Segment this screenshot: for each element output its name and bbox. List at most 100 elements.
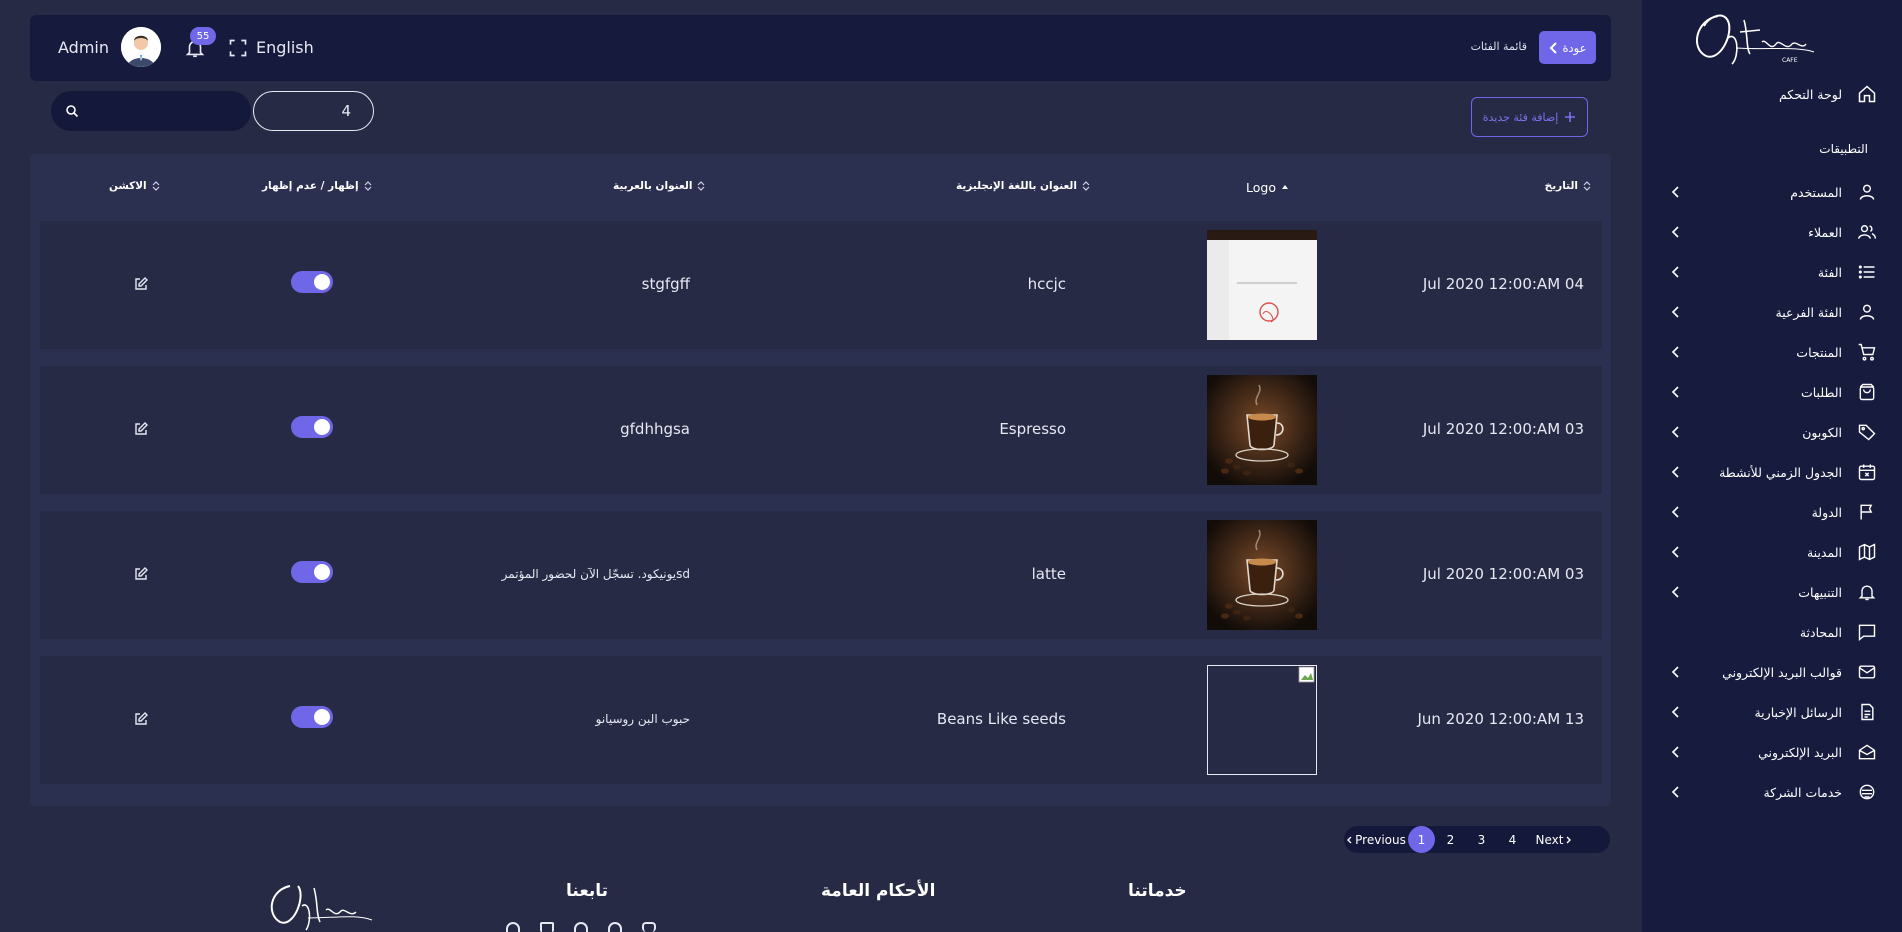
document-icon [1856, 701, 1878, 723]
chevron-left-icon [1671, 186, 1679, 198]
sidebar-item[interactable]: الفئة [1642, 252, 1902, 292]
column-header-action[interactable]: الاكشن [109, 180, 160, 192]
category-logo [1207, 375, 1317, 485]
back-button[interactable]: عودة [1539, 31, 1596, 64]
column-header-date[interactable]: التاريخ [1545, 180, 1591, 192]
column-header-label: العنوان بالعربية [613, 180, 693, 192]
plus-icon [1565, 112, 1576, 122]
sidebar-item[interactable]: الفئة الفرعية [1642, 292, 1902, 332]
sidebar-item[interactable]: قوالب البريد الإلكتروني [1642, 652, 1902, 692]
search-input[interactable] [87, 91, 237, 131]
date-cell: Jul 2020 12:00:AM 03 [1422, 420, 1584, 438]
sidebar-item-label: قوالب البريد الإلكتروني [1722, 664, 1842, 680]
per-page-select[interactable]: 4 [253, 91, 374, 131]
sidebar-item[interactable]: الجدول الزمني للأنشطة [1642, 452, 1902, 492]
edit-icon[interactable] [133, 566, 149, 582]
column-header-logo[interactable]: Logo [1246, 180, 1289, 195]
sidebar-item-label: التنبيهات [1798, 584, 1842, 600]
pagination: Previous 1 2 3 4 Next [1344, 826, 1610, 853]
chevron-left-icon [1549, 41, 1557, 54]
title-ar-cell: gfdhhgsa [620, 420, 690, 438]
avatar[interactable] [121, 27, 161, 67]
sidebar-item[interactable]: المحادثة [1642, 612, 1902, 652]
page-button-2[interactable]: 2 [1435, 826, 1466, 853]
sort-icon [364, 181, 371, 191]
sidebar-item[interactable]: الكوبون [1642, 412, 1902, 452]
edit-icon[interactable] [133, 421, 149, 437]
chat-icon [1856, 621, 1878, 643]
previous-label: Previous [1355, 832, 1406, 847]
categories-table: التاريخ Logo العنوان باللغة الإنجليزية ا… [30, 154, 1611, 806]
chevron-left-icon [1671, 706, 1679, 718]
footer-follow-heading: تابعنا [566, 881, 609, 901]
fullscreen-icon[interactable] [228, 38, 248, 58]
previous-page-button[interactable]: Previous [1344, 826, 1408, 853]
back-button-label: عودة [1562, 40, 1587, 55]
user-icon [1856, 181, 1878, 203]
sidebar-item[interactable]: التنبيهات [1642, 572, 1902, 612]
twitter-icon[interactable] [608, 922, 622, 932]
list-icon [1856, 261, 1878, 283]
title-en-cell: latte [1031, 565, 1066, 583]
youtube-icon[interactable] [540, 922, 554, 932]
sidebar-item[interactable]: المنتجات [1642, 332, 1902, 372]
sidebar-item[interactable]: خدمات الشركة [1642, 772, 1902, 812]
column-header-title-ar[interactable]: العنوان بالعربية [613, 180, 705, 192]
user-name[interactable]: Admin [58, 38, 109, 57]
page-button-3[interactable]: 3 [1466, 826, 1497, 853]
page-button-4[interactable]: 4 [1497, 826, 1528, 853]
sidebar-item[interactable]: الدولة [1642, 492, 1902, 532]
sidebar-item-label: المستخدم [1790, 184, 1842, 200]
next-page-button[interactable]: Next [1528, 826, 1580, 853]
column-header-label: إظهار / عدم إظهار [262, 180, 359, 192]
visibility-toggle[interactable] [291, 416, 333, 438]
sidebar-item-label: لوحة التحكم [1778, 86, 1842, 102]
sidebar-item[interactable]: المدينة [1642, 532, 1902, 572]
sidebar-item[interactable]: العملاء [1642, 212, 1902, 252]
chevron-left-icon [1671, 346, 1679, 358]
services-icon [1856, 781, 1878, 803]
column-header-label: Logo [1246, 180, 1276, 195]
sidebar-item[interactable]: المستخدم [1642, 172, 1902, 212]
edit-icon[interactable] [133, 276, 149, 292]
sort-icon [152, 181, 160, 191]
sidebar-item-label: العملاء [1808, 224, 1842, 240]
sort-icon [1082, 181, 1090, 191]
date-cell: Jul 2020 12:00:AM 03 [1422, 565, 1584, 583]
visibility-toggle[interactable] [291, 271, 333, 293]
footer-services-heading: خدماتنا [1128, 881, 1187, 901]
search-icon [66, 105, 79, 118]
sidebar-item-label: المنتجات [1796, 344, 1842, 360]
footer-terms-heading: الأحكام العامة [821, 881, 936, 901]
column-header-label: التاريخ [1544, 180, 1578, 192]
column-header-label: الاكشن [109, 180, 147, 192]
sidebar-item[interactable]: الطلبات [1642, 372, 1902, 412]
add-category-label: إضافة فئة جديدة [1482, 110, 1559, 124]
sort-icon [1583, 181, 1591, 191]
search-box [51, 91, 251, 131]
column-header-visibility[interactable]: إظهار / عدم إظهار [262, 180, 372, 192]
sidebar-item[interactable]: الرسائل الإخبارية [1642, 692, 1902, 732]
sidebar-item-label: خدمات الشركة [1763, 784, 1842, 800]
sidebar-item-label: الجدول الزمني للأنشطة [1719, 464, 1842, 480]
visibility-toggle[interactable] [291, 706, 333, 728]
sidebar-item-dashboard[interactable]: لوحة التحكم [1642, 74, 1902, 114]
instagram-icon[interactable] [642, 922, 656, 932]
sidebar-item-label: الكوبون [1802, 424, 1842, 440]
chevron-right-icon [1566, 836, 1572, 843]
calendar-icon [1856, 461, 1878, 483]
sidebar-item[interactable]: البريد الإلكتروني [1642, 732, 1902, 772]
chevron-left-icon [1347, 836, 1352, 843]
flag-icon [1856, 501, 1878, 523]
facebook-icon[interactable] [574, 922, 588, 932]
brand-logo[interactable]: CAFE [1688, 8, 1818, 68]
add-category-button[interactable]: إضافة فئة جديدة [1471, 97, 1588, 137]
chevron-left-icon [1671, 386, 1679, 398]
edit-icon[interactable] [133, 711, 149, 727]
page-button-1[interactable]: 1 [1408, 826, 1435, 853]
column-header-title-en[interactable]: العنوان باللغة الإنجليزية [956, 180, 1090, 192]
social-icon[interactable] [506, 922, 520, 932]
language-switch[interactable]: English [256, 38, 314, 57]
sort-up-icon [1281, 184, 1288, 189]
visibility-toggle[interactable] [291, 561, 333, 583]
